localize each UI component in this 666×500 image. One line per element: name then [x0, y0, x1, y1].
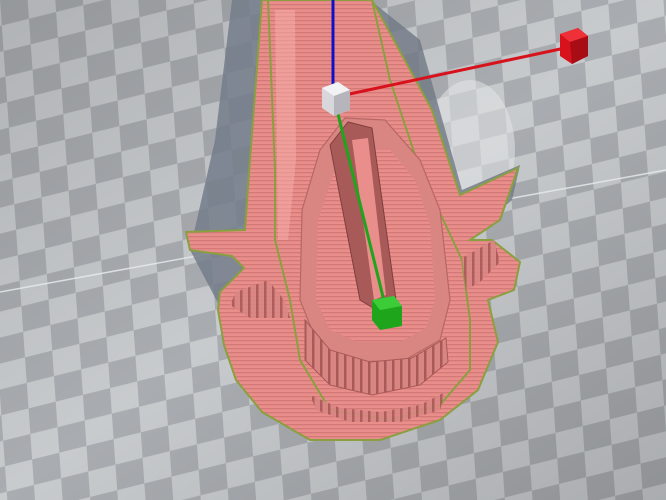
y-axis-handle[interactable]	[372, 296, 402, 330]
3d-viewport[interactable]	[0, 0, 666, 500]
scene-canvas[interactable]	[0, 0, 666, 500]
